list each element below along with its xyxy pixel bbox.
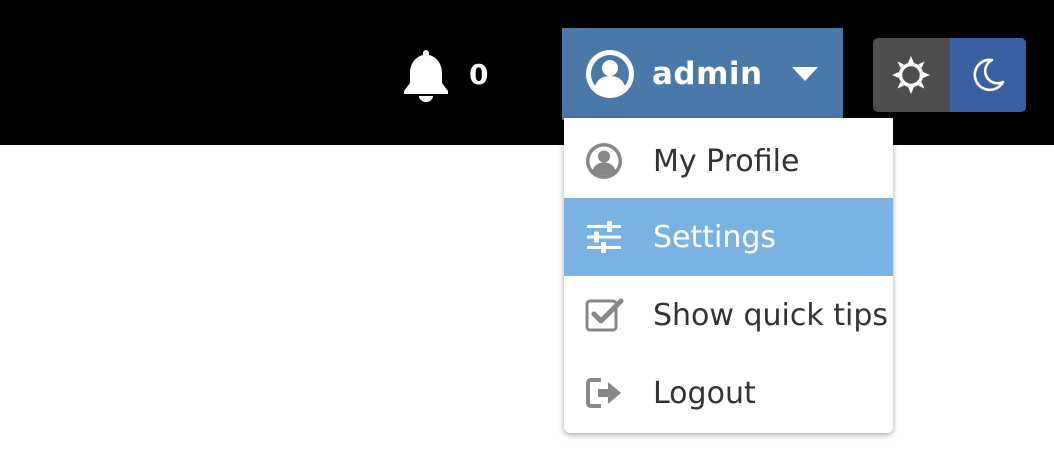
menu-item-my-profile[interactable]: My Profile bbox=[564, 122, 893, 200]
menu-item-settings[interactable]: Settings bbox=[564, 198, 893, 276]
username-label: admin bbox=[652, 56, 763, 92]
top-navbar: 0 admin bbox=[0, 0, 1054, 145]
menu-item-label: Settings bbox=[653, 219, 777, 255]
notifications-button[interactable]: 0 bbox=[400, 46, 488, 102]
moon-icon bbox=[968, 55, 1008, 95]
menu-item-logout[interactable]: Logout bbox=[564, 354, 893, 432]
checkbox-icon bbox=[584, 295, 624, 335]
user-circle-icon bbox=[584, 48, 636, 100]
dark-theme-button[interactable] bbox=[949, 38, 1026, 112]
sun-icon bbox=[891, 55, 931, 95]
user-menu-button[interactable]: admin bbox=[562, 28, 843, 120]
user-circle-icon bbox=[584, 141, 624, 181]
logout-icon bbox=[584, 373, 624, 413]
notification-count: 0 bbox=[469, 57, 489, 91]
light-theme-button[interactable] bbox=[873, 38, 950, 112]
menu-item-label: Logout bbox=[653, 375, 756, 411]
bell-icon bbox=[400, 46, 452, 102]
menu-item-label: Show quick tips bbox=[653, 297, 889, 333]
caret-down-icon bbox=[791, 65, 819, 83]
menu-item-show-quick-tips[interactable]: Show quick tips bbox=[564, 276, 893, 354]
sliders-icon bbox=[584, 217, 624, 257]
menu-item-label: My Profile bbox=[653, 143, 800, 179]
user-dropdown-menu: My Profile Settings Show quick tips Logo… bbox=[564, 118, 893, 433]
theme-toggle bbox=[873, 38, 1026, 112]
